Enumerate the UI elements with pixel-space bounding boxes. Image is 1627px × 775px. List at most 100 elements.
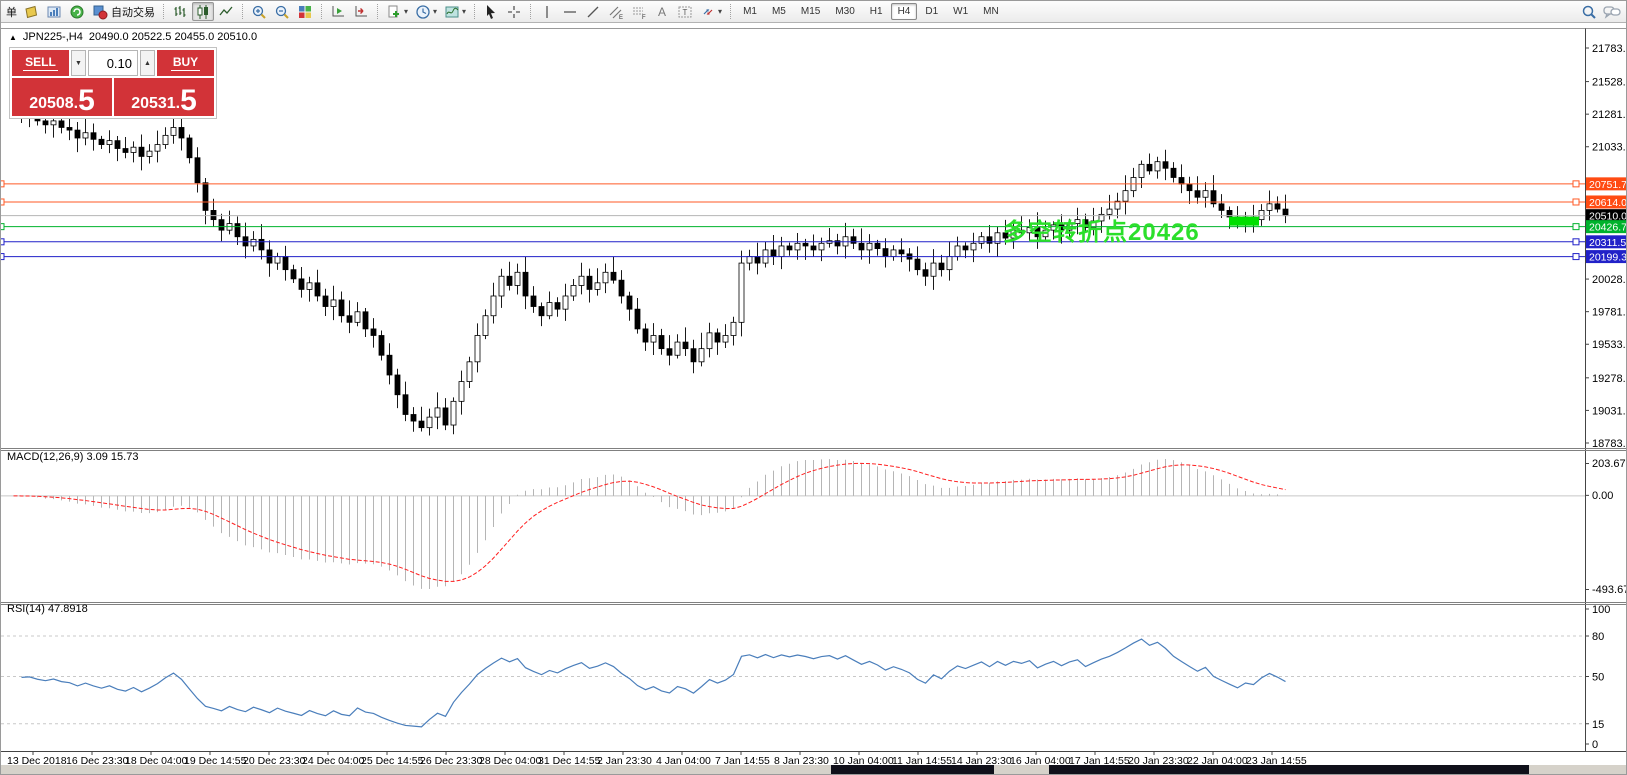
autotrading-button[interactable]: 自动交易 — [89, 4, 158, 20]
sell-button[interactable]: SELL — [12, 50, 69, 76]
line-handle[interactable] — [1573, 199, 1579, 205]
macd-histogram — [14, 459, 1286, 589]
toolbar-separator — [530, 4, 531, 19]
chart-symbol-period: JPN225-,H4 — [23, 31, 83, 43]
bar-chart-icon[interactable] — [169, 2, 191, 21]
toolbar-separator — [163, 4, 164, 19]
candlestick-chart-icon[interactable] — [192, 2, 214, 21]
chart-text-annotation[interactable]: 多空转折点20426 — [1003, 212, 1200, 247]
search-icon[interactable] — [1578, 2, 1600, 21]
toolbar-separator — [730, 4, 731, 19]
cursor-icon[interactable] — [480, 2, 502, 21]
line-handle[interactable] — [1, 254, 4, 260]
line-handle[interactable] — [1573, 239, 1579, 245]
toolbar-separator — [377, 4, 378, 19]
y-axis-label: 18783.5 — [1592, 438, 1627, 450]
y-axis-label: 20028.5 — [1592, 274, 1627, 286]
price-tag-label: 20311.5 — [1589, 237, 1626, 249]
toolbar-separator — [242, 4, 243, 19]
zoom-in-icon[interactable] — [248, 2, 270, 21]
toolbar: 单 自动交易 ▾ ▾ ▾ E F A T — [1, 1, 1626, 23]
timeframe-button-mn[interactable]: MN — [976, 3, 1006, 20]
line-handle[interactable] — [1, 224, 4, 230]
highlight-rectangle[interactable] — [1229, 217, 1259, 226]
line-handle[interactable] — [1, 181, 4, 187]
timeframe-button-m15[interactable]: M15 — [794, 3, 827, 20]
line-chart-icon[interactable] — [215, 2, 237, 21]
collapse-arrow-icon[interactable]: ▲ — [9, 33, 17, 42]
new-order-button[interactable]: 单 — [4, 4, 19, 20]
timeframe-button-h4[interactable]: H4 — [891, 3, 918, 20]
y-axis-label: 19533.5 — [1592, 339, 1627, 351]
charts-icon[interactable] — [43, 2, 65, 21]
one-click-trading-panel: SELL ▼ ▲ BUY 20508.5 20531.5 — [9, 47, 217, 119]
chart-shift-icon[interactable] — [350, 2, 372, 21]
timeframe-bar: M1M5M15M30H1H4D1W1MN — [736, 3, 1006, 20]
trendline-icon[interactable] — [582, 2, 604, 21]
timeframe-button-w1[interactable]: W1 — [946, 3, 975, 20]
equidistant-channel-icon[interactable]: E — [605, 2, 627, 21]
taskbar-segment — [831, 765, 994, 774]
candlesticks — [11, 103, 1288, 436]
vertical-line-icon[interactable] — [536, 2, 558, 21]
fibonacci-icon[interactable]: F — [628, 2, 650, 21]
new-order-icon[interactable] — [20, 2, 42, 21]
price-tag-label: 20614.0 — [1589, 197, 1627, 209]
indicators-dropdown-caret[interactable]: ▾ — [462, 7, 466, 16]
rsi-axis-label: 100 — [1592, 604, 1610, 616]
autotrading-icon — [92, 4, 108, 20]
chart-ohlc-values: 20490.0 20522.5 20455.0 20510.0 — [89, 31, 257, 43]
market-watch-icon[interactable] — [66, 2, 88, 21]
volume-increase-button[interactable]: ▲ — [140, 50, 155, 76]
auto-scroll-icon[interactable] — [327, 2, 349, 21]
rsi-axis-label: 80 — [1592, 631, 1604, 643]
timeframe-button-d1[interactable]: D1 — [918, 3, 945, 20]
label-tool-icon[interactable]: T — [674, 2, 696, 21]
macd-indicator-label: MACD(12,26,9) 3.09 15.73 — [7, 451, 138, 463]
templates-icon[interactable] — [383, 2, 405, 21]
horizontal-line-icon[interactable] — [559, 2, 581, 21]
macd-axis-label: 203.67 — [1592, 458, 1626, 470]
taskbar-segment — [1049, 765, 1529, 774]
rsi-axis-label: 15 — [1592, 719, 1604, 731]
volume-decrease-button[interactable]: ▼ — [71, 50, 86, 76]
zoom-out-icon[interactable] — [271, 2, 293, 21]
arrows-dropdown-caret[interactable]: ▾ — [718, 7, 722, 16]
chat-icon[interactable] — [1601, 2, 1623, 21]
volume-input[interactable] — [88, 50, 138, 76]
sell-price[interactable]: 20508.5 — [12, 78, 112, 116]
periods-dropdown-caret[interactable]: ▾ — [433, 7, 437, 16]
price-tag-label: 20751.7 — [1589, 179, 1627, 191]
tile-windows-icon[interactable] — [294, 2, 316, 21]
text-tool-icon[interactable]: A — [651, 2, 673, 21]
templates-dropdown-caret[interactable]: ▾ — [404, 7, 408, 16]
macd-axis-label: 0.00 — [1592, 490, 1613, 502]
indicators-icon[interactable] — [441, 2, 463, 21]
line-handle[interactable] — [1, 199, 4, 205]
buy-button[interactable]: BUY — [157, 50, 214, 76]
timeframe-button-m5[interactable]: M5 — [765, 3, 793, 20]
svg-text:E: E — [619, 15, 623, 20]
svg-text:F: F — [642, 15, 646, 20]
buy-price[interactable]: 20531.5 — [114, 78, 214, 116]
y-axis-label: 19031.0 — [1592, 405, 1627, 417]
y-axis-label: 21033.5 — [1592, 142, 1627, 154]
arrows-tool-icon[interactable] — [697, 2, 719, 21]
macd-signal-line — [14, 463, 1286, 581]
periods-icon[interactable] — [412, 2, 434, 21]
line-handle[interactable] — [1573, 224, 1579, 230]
status-bar — [1, 765, 1626, 774]
y-axis-label: 21528.5 — [1592, 77, 1627, 89]
rsi-axis-label: 0 — [1592, 739, 1598, 751]
chart-canvas[interactable]: 21783.521528.521281.021033.520028.519781… — [1, 23, 1627, 775]
crosshair-icon[interactable] — [503, 2, 525, 21]
line-handle[interactable] — [1573, 254, 1579, 260]
timeframe-button-h1[interactable]: H1 — [863, 3, 890, 20]
timeframe-button-m1[interactable]: M1 — [736, 3, 764, 20]
svg-text:T: T — [683, 8, 688, 17]
timeframe-button-m30[interactable]: M30 — [828, 3, 861, 20]
price-tag-label: 20199.3 — [1589, 252, 1627, 264]
line-handle[interactable] — [1, 239, 4, 245]
toolbar-separator — [321, 4, 322, 19]
line-handle[interactable] — [1573, 181, 1579, 187]
